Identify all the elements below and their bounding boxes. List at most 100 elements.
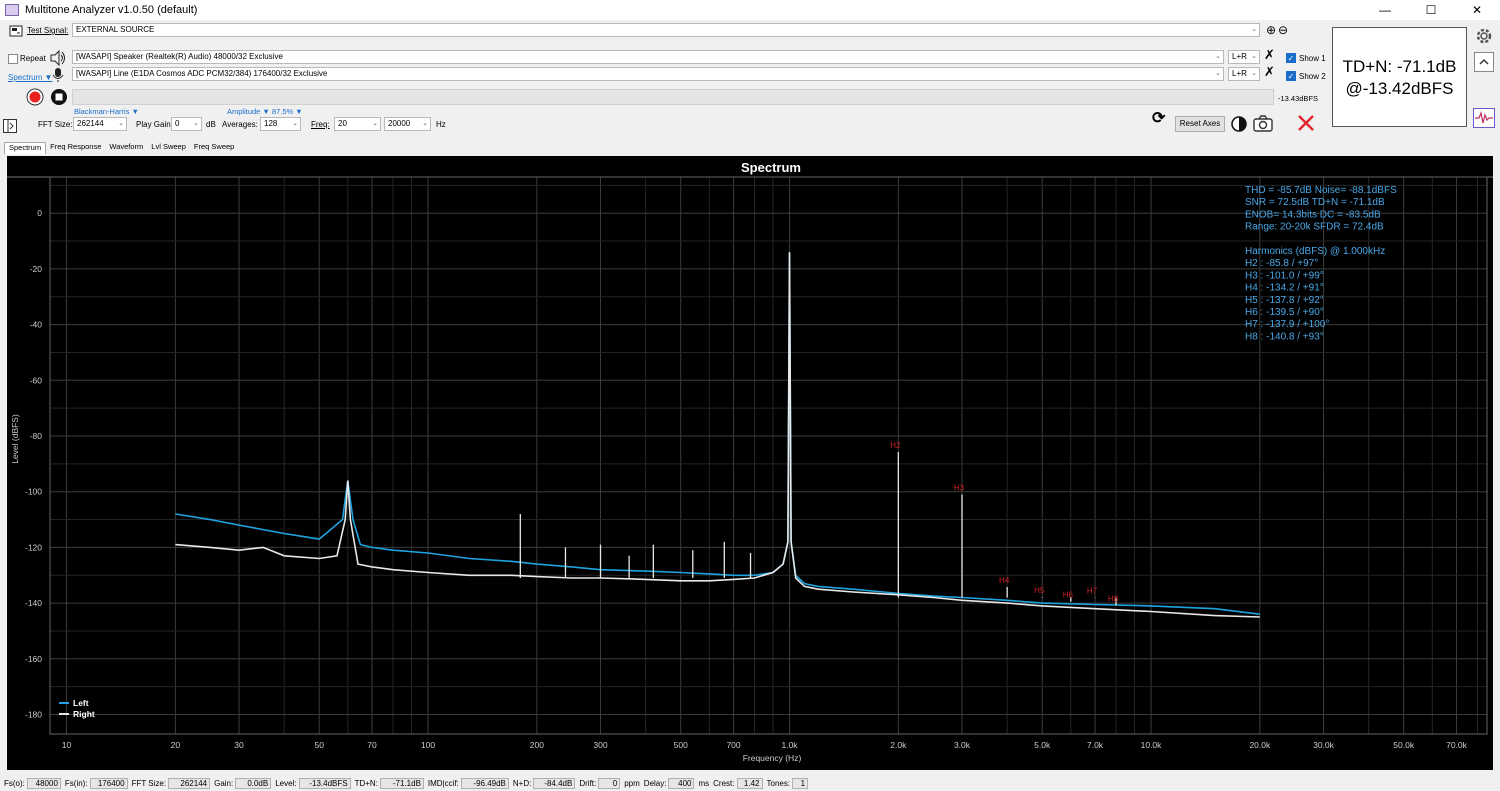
averages-value: 128 — [264, 119, 278, 128]
output-channel-select[interactable]: L+R ⌄ — [1228, 50, 1260, 64]
collapse-icon[interactable] — [1474, 52, 1494, 72]
averages-select[interactable]: 128 ⌄ — [260, 117, 301, 131]
level-meter — [72, 89, 1274, 105]
x-tick-label: 70.0k — [1446, 740, 1468, 750]
tab-waveform[interactable]: Waveform — [105, 142, 147, 154]
spectrum-chart-panel: Spectrum 10 20 30 50 70 100 200 300 500 700 1.0k 2.… — [7, 156, 1493, 770]
x-tick-label: 10.0k — [1141, 740, 1163, 750]
input-device-select[interactable]: [WASAPI] Line (E1DA Cosmos ADC PCM32/384… — [72, 67, 1224, 81]
record-button[interactable] — [26, 88, 44, 106]
x-tick-label: 300 — [593, 740, 607, 750]
x-tick-label: 3.0k — [954, 740, 971, 750]
y-axis-label: Level (dBFS) — [10, 414, 20, 464]
y-tick-label: -60 — [30, 375, 43, 385]
x-tick-label: 1.0k — [781, 740, 798, 750]
x-tick-label: 20.0k — [1249, 740, 1271, 750]
y-tick-label: -120 — [25, 542, 42, 552]
fft-size-value: 262144 — [77, 119, 104, 128]
chevron-down-icon: ⌄ — [193, 120, 199, 127]
chevron-down-icon: ⌄ — [422, 120, 428, 127]
tools-icon[interactable]: ✗ — [1264, 48, 1275, 61]
y-tick-label: -80 — [30, 431, 43, 441]
tab-freq-sweep[interactable]: Freq Sweep — [190, 142, 238, 154]
freq-unit: Hz — [436, 120, 446, 129]
tab-freq-response[interactable]: Freq Response — [46, 142, 105, 154]
x-tick-label: 7.0k — [1087, 740, 1104, 750]
freq-label[interactable]: Freq: — [311, 119, 330, 131]
tdn-value: TD+N: -71.1dB — [1342, 57, 1457, 76]
x-tick-label: 30 — [234, 740, 244, 750]
fs-in-label: Fs(in): — [64, 779, 88, 788]
waveform-icon[interactable] — [1473, 108, 1495, 128]
contrast-icon[interactable] — [1231, 116, 1247, 132]
freq-max-select[interactable]: 20000 ⌄ — [384, 117, 431, 131]
harmonic-label: H2 — [890, 441, 901, 450]
series-line-right — [175, 252, 1260, 618]
imd-value: -96.49dB — [460, 778, 509, 789]
camera-icon[interactable] — [1253, 114, 1273, 132]
fft-size-status-value: 262144 — [168, 778, 211, 789]
test-signal-select[interactable]: EXTERNAL SOURCE ⌄ — [72, 23, 1260, 37]
play-gain-input[interactable]: 0 ⌄ — [171, 117, 202, 131]
minimize-button[interactable]: — — [1362, 0, 1408, 20]
stats-line: H3 : -101.0 / +99° — [1245, 270, 1324, 281]
legend-label: Left — [73, 698, 89, 708]
spectrum-menu[interactable]: Spectrum ▼ — [8, 72, 52, 84]
imd-label: IMD|ccif: — [427, 779, 459, 788]
level-readout: -13.43dBFS — [1278, 94, 1319, 103]
fft-size-select[interactable]: 262144 ⌄ — [73, 117, 127, 131]
stop-button[interactable] — [50, 88, 68, 106]
tdn-display: TD+N: -71.1dB @-13.42dBFS — [1332, 27, 1467, 127]
harmonic-label: H4 — [999, 576, 1010, 585]
tools-icon[interactable]: ✗ — [1264, 65, 1275, 78]
nd-value: -84.4dB — [533, 778, 576, 789]
microphone-icon[interactable] — [52, 67, 64, 83]
refresh-icon[interactable]: ⟳ — [1152, 111, 1165, 127]
test-signal-label[interactable]: Test Signal: — [27, 25, 68, 37]
reset-axes-button[interactable]: Reset Axes — [1175, 116, 1225, 132]
legend-label: Right — [73, 709, 95, 719]
x-tick-label: 500 — [674, 740, 688, 750]
add-signal-icon[interactable]: ⊕ — [1266, 24, 1276, 36]
y-tick-label: -20 — [30, 264, 43, 274]
close-window-button[interactable]: ✕ — [1454, 0, 1500, 20]
stats-line: H4 : -134.2 / +91° — [1245, 283, 1324, 294]
tab-lvl-sweep[interactable]: Lvl Sweep — [147, 142, 190, 154]
x-tick-label: 2.0k — [890, 740, 907, 750]
chevron-down-icon: ⌄ — [292, 120, 298, 127]
harmonic-markers: H2 H3 H4 H5 H6 H7 H8 — [890, 441, 1119, 606]
tab-spectrum[interactable]: Spectrum — [4, 142, 47, 154]
freq-max-value: 20000 — [388, 119, 411, 128]
output-channel-value: L+R — [1232, 52, 1247, 61]
series-line-left — [175, 252, 1260, 615]
drift-label: Drift: — [579, 779, 597, 788]
y-tick-label: -100 — [25, 487, 42, 497]
show2-checkbox[interactable]: ✓ — [1286, 71, 1296, 81]
show2-label: Show 2 — [1299, 72, 1326, 81]
window-title: Multitone Analyzer v1.0.50 (default) — [25, 4, 198, 16]
harmonic-label: H5 — [1034, 586, 1045, 595]
freq-min-select[interactable]: 20 ⌄ — [334, 117, 381, 131]
delay-value: 400 — [668, 778, 695, 789]
show1-checkbox[interactable]: ✓ — [1286, 53, 1296, 63]
close-icon[interactable] — [1297, 114, 1315, 132]
y-tick-label: -180 — [25, 710, 42, 720]
show1-label: Show 1 — [1299, 54, 1326, 63]
tones-label: Tones: — [766, 779, 791, 788]
sidebar-toggle-icon[interactable] — [3, 119, 17, 133]
chevron-down-icon: ⌄ — [1251, 53, 1257, 60]
signal-generator-icon[interactable] — [9, 24, 23, 37]
gear-icon[interactable] — [1474, 26, 1494, 46]
x-axis-label: Frequency (Hz) — [743, 753, 802, 763]
speaker-icon[interactable] — [49, 50, 67, 66]
output-device-select[interactable]: [WASAPI] Speaker (Realtek(R) Audio) 4800… — [72, 50, 1224, 64]
fs-in-value: 176400 — [89, 778, 128, 789]
input-channel-select[interactable]: L+R ⌄ — [1228, 67, 1260, 81]
view-tabs: Spectrum Freq Response Waveform Lvl Swee… — [4, 142, 238, 154]
repeat-checkbox[interactable] — [8, 54, 18, 64]
drift-value: 0 — [598, 778, 621, 789]
spectrum-chart[interactable]: Spectrum 10 20 30 50 70 100 200 300 500 700 1.0k 2.… — [7, 156, 1493, 770]
maximize-button[interactable]: ☐ — [1408, 0, 1454, 20]
remove-signal-icon[interactable]: ⊖ — [1278, 24, 1288, 36]
y-tick-label: -40 — [30, 320, 43, 330]
